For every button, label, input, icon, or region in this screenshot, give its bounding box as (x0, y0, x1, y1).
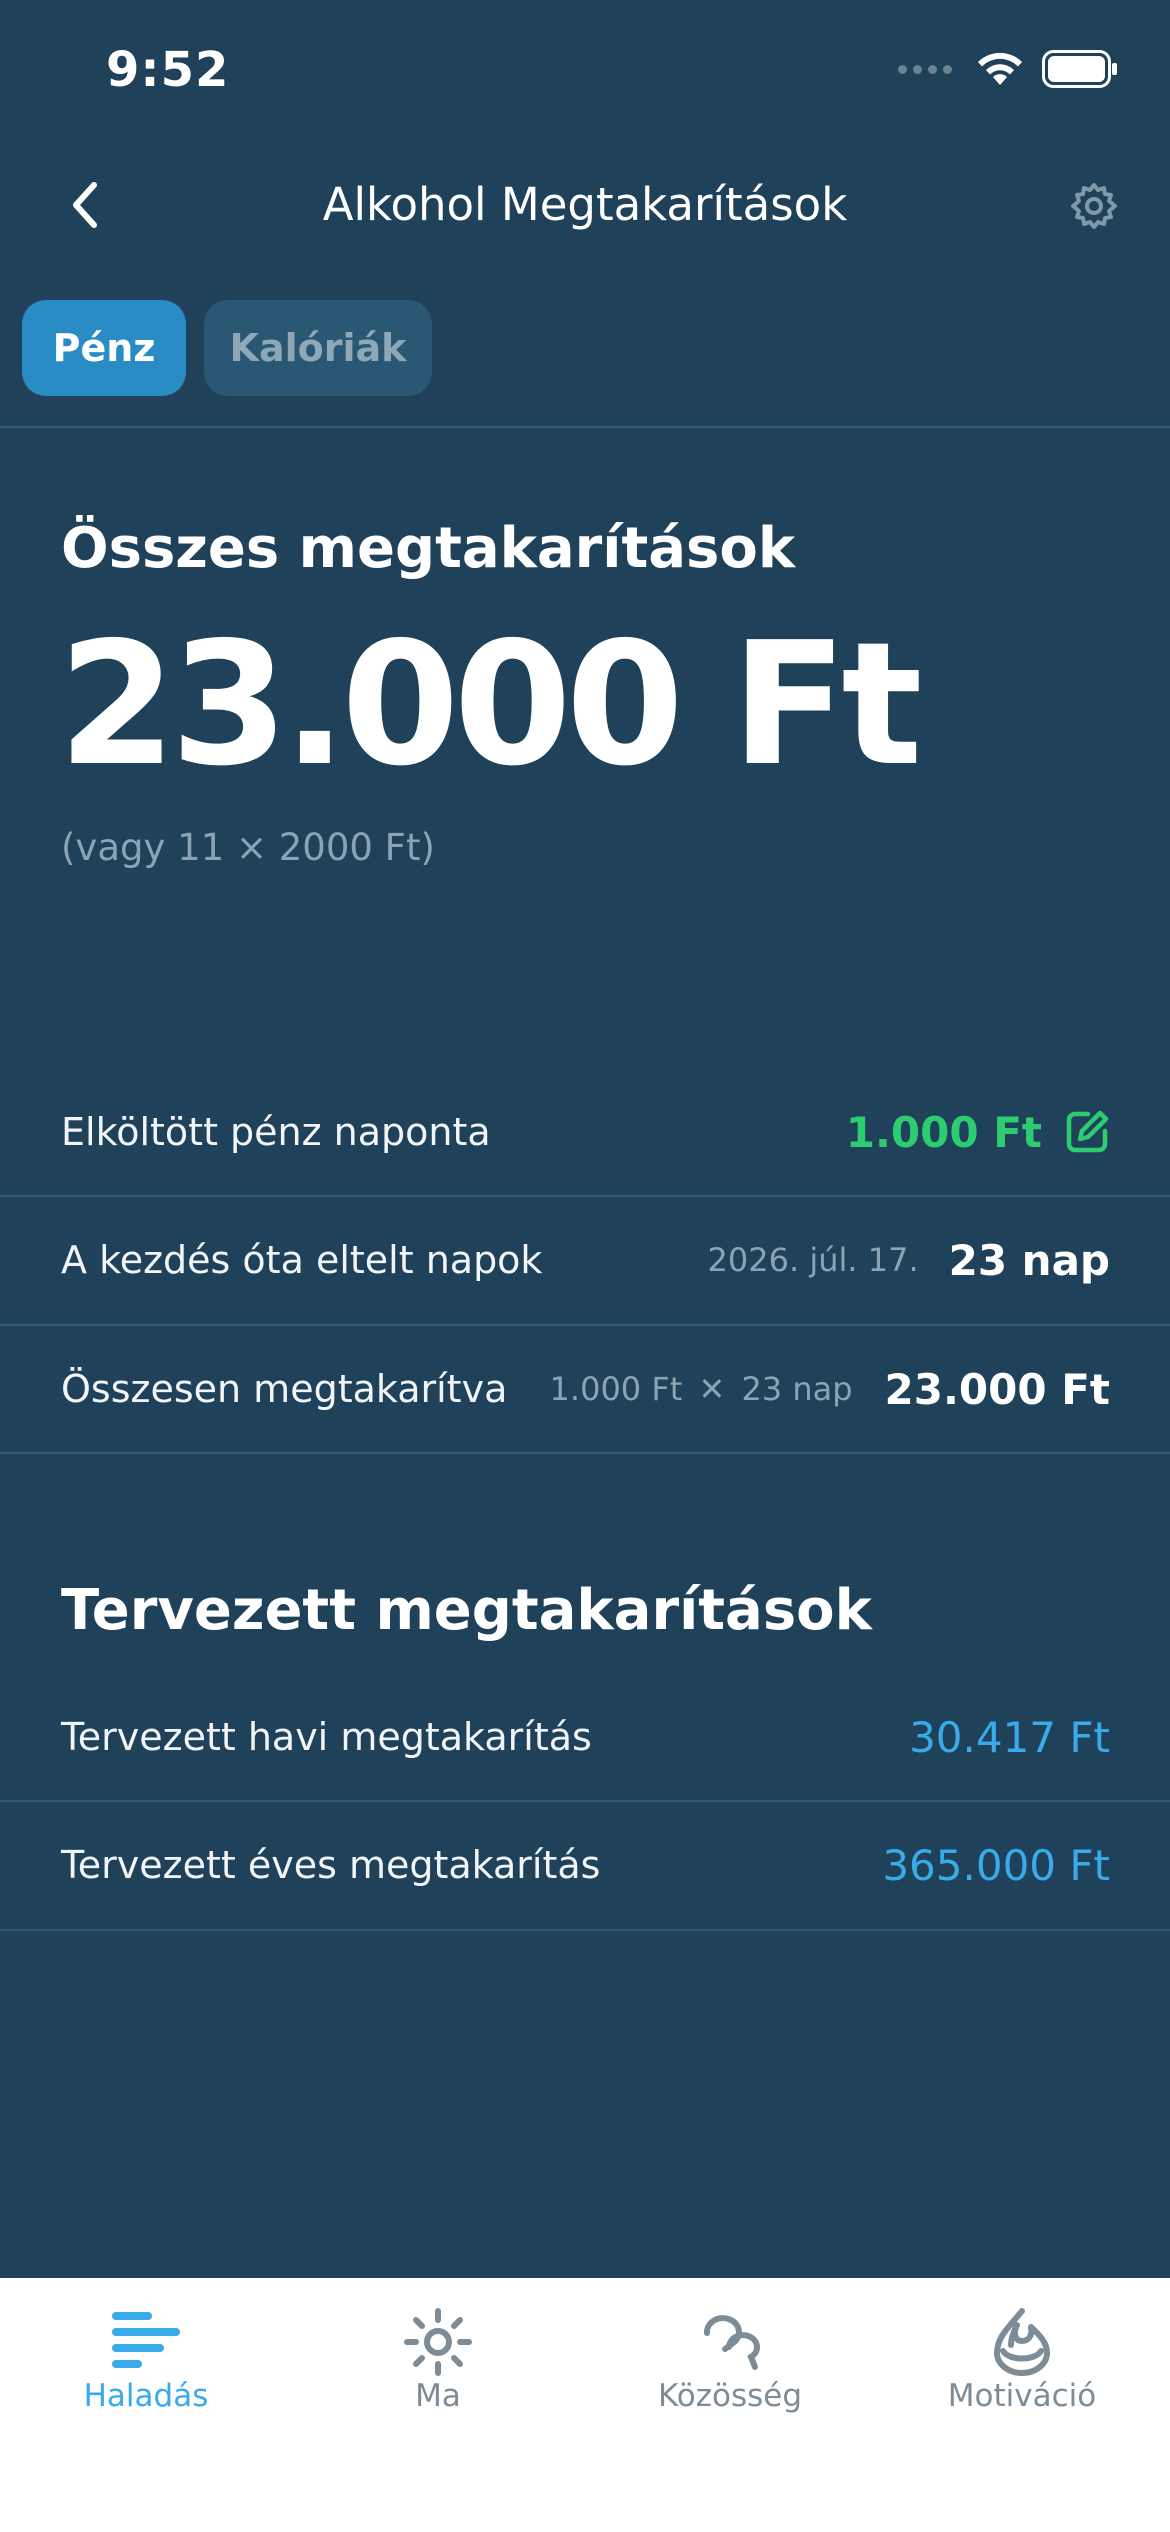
planned-savings-title: Tervezett megtakarítások (61, 1578, 872, 1643)
spent-per-day-label: Elköltött pénz naponta (61, 1110, 491, 1154)
page-title: Alkohol Megtakarítások (322, 178, 848, 231)
planned-yearly-label: Tervezett éves megtakarítás (61, 1843, 601, 1887)
battery-icon (1042, 50, 1117, 88)
days-elapsed-label: A kezdés óta eltelt napok (61, 1238, 543, 1282)
total-saved-row: Összesen megtakarítva 1.000 Ft ✕ 23 nap … (0, 1325, 1170, 1453)
multiply-icon: ✕ (698, 1370, 726, 1408)
spent-per-day-value: 1.000 Ft (845, 1107, 1042, 1157)
total-saved-label: Összesen megtakarítva (61, 1367, 508, 1411)
total-savings-note: (vagy 11 × 2000 Ft) (61, 826, 435, 869)
divider (0, 1452, 1170, 1454)
days-elapsed-row: A kezdés óta eltelt napok 2026. júl. 17.… (0, 1196, 1170, 1324)
edit-icon (1066, 1110, 1109, 1153)
planned-monthly-row: Tervezett havi megtakarítás 30.417 Ft (0, 1673, 1170, 1801)
days-elapsed-value: 23 nap (948, 1235, 1110, 1285)
settings-button[interactable] (1064, 176, 1124, 236)
divider (0, 426, 1170, 428)
nav-bar: Alkohol Megtakarítások (0, 150, 1170, 262)
sun-icon (404, 2308, 472, 2376)
planned-yearly-row: Tervezett éves megtakarítás 365.000 Ft (0, 1801, 1170, 1929)
status-time: 9:52 (106, 42, 230, 98)
cellular-signal-icon (898, 64, 952, 74)
spent-per-day-row[interactable]: Elköltött pénz naponta 1.000 Ft (0, 1068, 1170, 1196)
tab-progress[interactable]: Haladás (0, 2278, 292, 2458)
total-saved-value: 23.000 Ft (884, 1364, 1110, 1414)
motivation-icon (994, 2308, 1050, 2376)
community-icon (703, 2315, 760, 2370)
total-savings-title: Összes megtakarítások (61, 516, 796, 581)
total-savings-amount: 23.000 Ft (58, 606, 923, 804)
planned-monthly-value: 30.417 Ft (909, 1712, 1110, 1762)
tab-today-label: Ma (415, 2378, 461, 2414)
tab-today[interactable]: Ma (292, 2278, 584, 2458)
total-saved-formula: 1.000 Ft ✕ 23 nap (549, 1370, 853, 1408)
tab-community[interactable]: Közösség (584, 2278, 876, 2458)
segment-calories[interactable]: Kalóriák (204, 300, 432, 396)
status-icons (898, 50, 1118, 88)
progress-bars-icon (112, 2312, 180, 2368)
segment-money[interactable]: Pénz (22, 300, 186, 396)
edit-button[interactable] (1064, 1109, 1110, 1155)
tab-motivation[interactable]: Motiváció (876, 2278, 1168, 2458)
tab-motivation-label: Motiváció (947, 2378, 1097, 2414)
divider (0, 1929, 1170, 1931)
tab-community-label: Közösség (657, 2378, 803, 2414)
start-date: 2026. júl. 17. (707, 1241, 919, 1279)
gear-icon (1071, 183, 1117, 229)
tab-progress-label: Haladás (83, 2378, 209, 2414)
planned-yearly-value: 365.000 Ft (882, 1840, 1110, 1890)
planned-monthly-label: Tervezett havi megtakarítás (61, 1715, 592, 1759)
wifi-icon (978, 52, 1022, 85)
status-bar: 9:52 (0, 0, 1170, 150)
tab-bar: Haladás Ma Közösség Motiváció (0, 2278, 1170, 2532)
